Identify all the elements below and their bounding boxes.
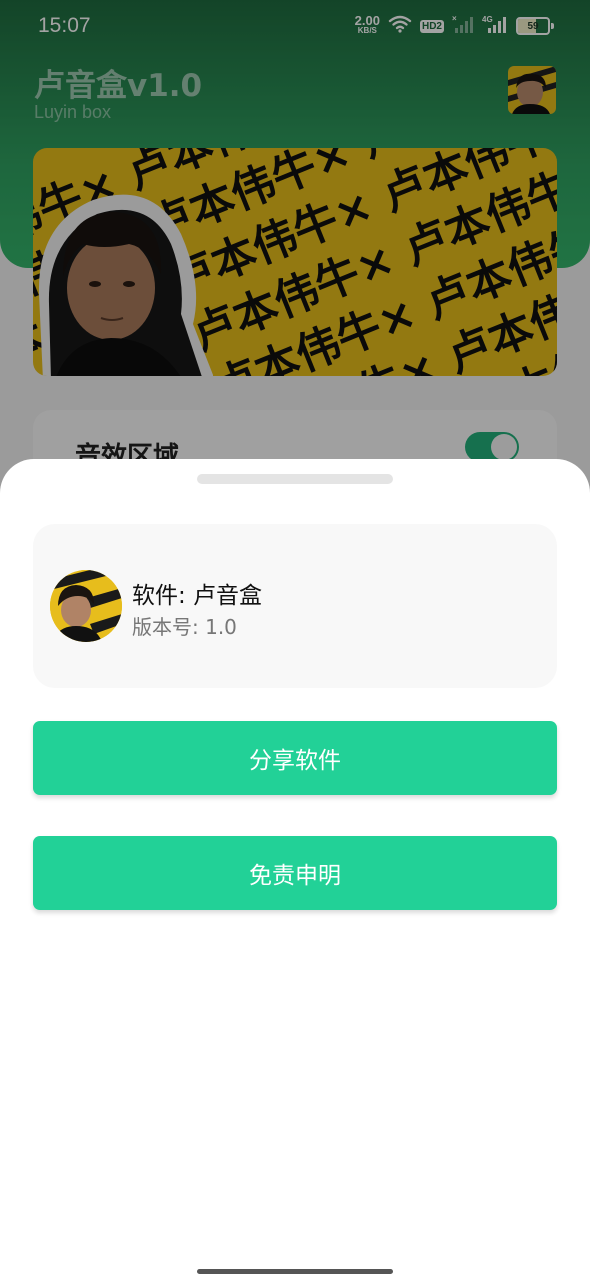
- software-version: 版本号: 1.0: [132, 615, 237, 639]
- app-info-card: 软件: 卢音盒 版本号: 1.0: [33, 524, 557, 688]
- home-indicator[interactable]: [197, 1269, 393, 1274]
- drag-handle[interactable]: [197, 474, 393, 484]
- share-software-button[interactable]: 分享软件: [33, 721, 557, 795]
- app-icon-avatar: [50, 570, 122, 642]
- software-name: 软件: 卢音盒: [132, 583, 263, 609]
- disclaimer-button[interactable]: 免责申明: [33, 836, 557, 910]
- about-bottom-sheet: 软件: 卢音盒 版本号: 1.0 分享软件 免责申明: [0, 459, 590, 1278]
